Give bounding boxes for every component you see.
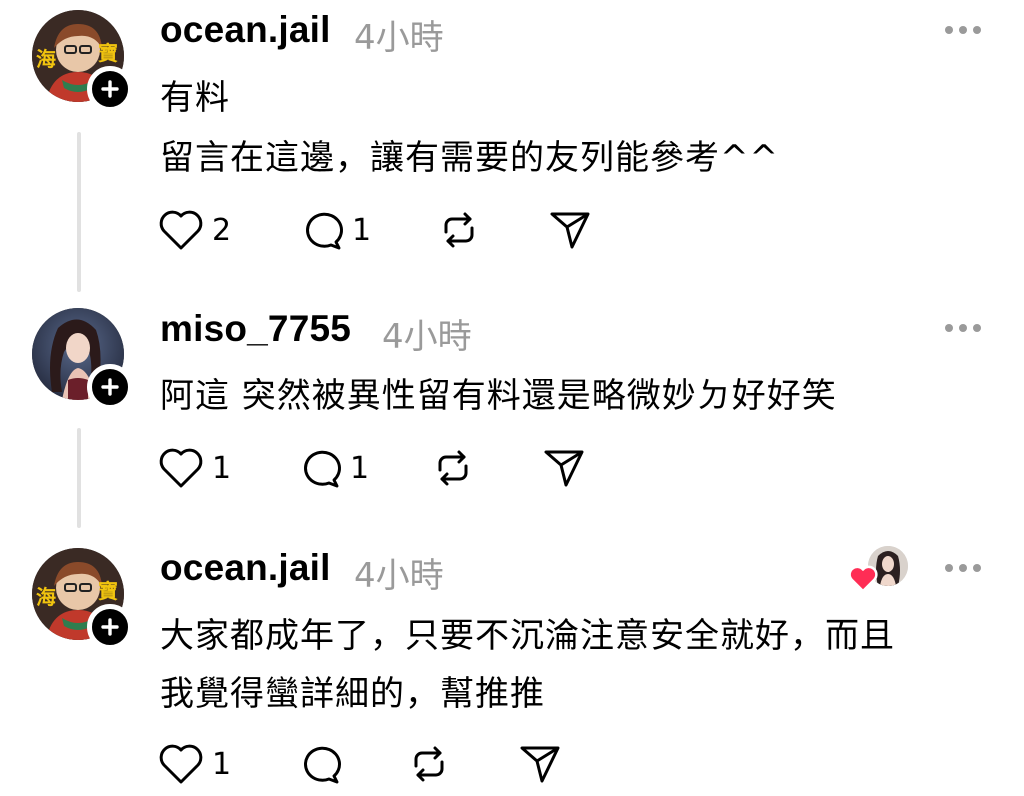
follow-button[interactable] bbox=[87, 66, 133, 112]
plus-icon bbox=[101, 80, 119, 98]
reply-button[interactable]: 1 bbox=[298, 208, 371, 252]
more-button[interactable] bbox=[945, 322, 981, 334]
comment-text-line: 大家都成年了，只要不沉淪注意安全就好，而且 bbox=[160, 616, 895, 656]
heart-outline-icon bbox=[159, 448, 203, 488]
avatar[interactable] bbox=[32, 308, 133, 410]
repost-arrows-icon bbox=[414, 746, 444, 782]
speech-bubble-icon bbox=[304, 746, 341, 784]
svg-text:寶: 寶 bbox=[98, 579, 118, 603]
timestamp: 4小時 bbox=[382, 317, 472, 357]
speech-bubble-icon bbox=[306, 212, 343, 250]
like-count: 1 bbox=[212, 746, 232, 782]
liked-by-author-indicator bbox=[848, 546, 908, 596]
heart-outline-icon bbox=[159, 744, 203, 784]
svg-text:寶: 寶 bbox=[98, 41, 118, 65]
comment-post: 海 寶 ocean.jail 4小時 大家都成年了，只要不沉淪注意安全就好，而且… bbox=[0, 538, 1024, 796]
follow-button[interactable] bbox=[87, 364, 133, 410]
avatar[interactable]: 海 寶 bbox=[32, 548, 133, 650]
repost-button[interactable] bbox=[430, 446, 476, 490]
repost-button[interactable] bbox=[406, 742, 452, 786]
red-heart-icon bbox=[848, 565, 878, 593]
repost-arrows-icon bbox=[438, 450, 468, 486]
username[interactable]: ocean.jail bbox=[160, 9, 331, 51]
more-button[interactable] bbox=[945, 562, 981, 574]
more-dots-icon bbox=[945, 324, 953, 332]
comment-post: miso_7755 4小時 阿這 突然被異性留有料還是略微妙ㄉ好好笑 1 1 bbox=[0, 298, 1024, 538]
more-dots-icon bbox=[945, 26, 953, 34]
comment-text-line: 阿這 突然被異性留有料還是略微妙ㄉ好好笑 bbox=[160, 376, 837, 416]
speech-bubble-icon bbox=[304, 450, 341, 488]
like-count: 2 bbox=[212, 212, 232, 248]
svg-text:海: 海 bbox=[36, 47, 56, 71]
timestamp: 4小時 bbox=[354, 556, 444, 596]
heart-outline-icon bbox=[159, 210, 203, 250]
comment-post: 海 寶 ocean.jail 4小時 有料 留言在這邊，讓有需要的友列能參考^^… bbox=[0, 0, 1024, 300]
share-button[interactable] bbox=[542, 446, 588, 490]
reply-count: 1 bbox=[350, 450, 370, 486]
send-arrow-icon bbox=[520, 746, 560, 783]
reply-count: 1 bbox=[352, 212, 372, 248]
comment-text-line: 有料 bbox=[160, 78, 230, 118]
plus-icon bbox=[101, 618, 119, 636]
comment-text-line: 留言在這邊，讓有需要的友列能參考^^ bbox=[160, 138, 779, 178]
reply-button[interactable]: 1 bbox=[296, 446, 369, 490]
follow-button[interactable] bbox=[87, 604, 133, 650]
share-button[interactable] bbox=[548, 208, 594, 252]
like-button[interactable]: 1 bbox=[158, 446, 231, 490]
reply-button[interactable] bbox=[296, 742, 350, 786]
svg-text:海: 海 bbox=[36, 585, 56, 609]
like-count: 1 bbox=[212, 450, 232, 486]
plus-icon bbox=[101, 378, 119, 396]
thread-line bbox=[77, 428, 81, 528]
more-button[interactable] bbox=[945, 24, 981, 36]
like-button[interactable]: 2 bbox=[158, 208, 231, 252]
username[interactable]: ocean.jail bbox=[160, 547, 331, 589]
repost-button[interactable] bbox=[436, 208, 482, 252]
thread-line bbox=[77, 132, 81, 292]
send-arrow-icon bbox=[544, 450, 584, 487]
avatar[interactable]: 海 寶 bbox=[32, 10, 133, 112]
send-arrow-icon bbox=[550, 212, 590, 249]
comment-text-line: 我覺得蠻詳細的，幫推推 bbox=[160, 674, 545, 714]
repost-arrows-icon bbox=[444, 212, 474, 248]
more-dots-icon bbox=[945, 564, 953, 572]
timestamp: 4小時 bbox=[354, 18, 444, 58]
share-button[interactable] bbox=[518, 742, 564, 786]
like-button[interactable]: 1 bbox=[158, 742, 231, 786]
username[interactable]: miso_7755 bbox=[160, 308, 351, 350]
